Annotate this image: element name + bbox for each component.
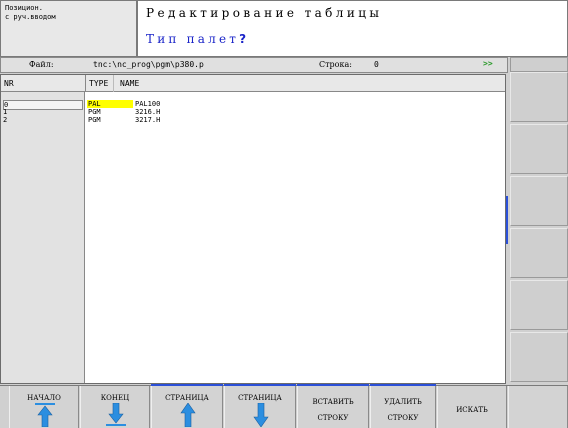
right-softkey-6[interactable] [510,332,568,382]
arrow-up-to-top-icon [35,403,55,427]
arrow-up-icon [180,403,196,427]
table-row[interactable]: 0 PAL PAL100 [1,100,505,110]
dialog-prompt: Тип палет? [146,32,246,46]
page-down-button[interactable]: СТРАНИЦА [224,386,296,428]
header-divider [113,75,114,92]
right-softkey-1[interactable] [510,72,568,122]
cell-nr[interactable]: 2 [3,116,81,124]
header-divider [85,75,86,92]
more-columns-indicator: >> [483,59,493,68]
begin-button[interactable]: НАЧАЛО [9,386,79,428]
row-label: Строка: [319,60,352,69]
cell-nr[interactable]: 1 [3,108,81,116]
table-row[interactable]: 1 PGM 3216.H [1,108,505,116]
column-header-nr: NR [4,79,14,88]
empty-softkey[interactable] [508,386,568,428]
page-up-button[interactable]: СТРАНИЦА [151,386,223,428]
delete-row-label-line1: УДАЛИТЬ [384,398,422,406]
find-button[interactable]: ИСКАТЬ [437,386,507,428]
delete-row-button[interactable]: УДАЛИТЬ СТРОКУ [370,386,436,428]
insert-row-label-line1: ВСТАВИТЬ [312,398,354,406]
nr-column [1,92,85,383]
insert-row-label-line2: СТРОКУ [317,414,349,422]
cell-type[interactable]: PGM [87,108,133,116]
file-path: tnc:\nc_prog\pgm\p380.p [93,60,204,69]
prompt-text: Тип палет [146,32,240,46]
cell-name[interactable]: PAL100 [135,100,160,108]
end-button[interactable]: КОНЕЦ [80,386,150,428]
right-softkey-4[interactable] [510,228,568,278]
operating-mode-box: Позицион. с руч.вводом [0,0,137,57]
page-up-label: СТРАНИЦА [165,394,209,402]
table-header [1,75,505,92]
page-title: Редактирование таблицы [146,6,383,20]
right-softkey-header [510,57,568,72]
cell-name[interactable]: 3216.H [135,108,160,116]
cell-name[interactable]: 3217.H [135,116,160,124]
prompt-question-mark: ? [239,32,247,46]
right-softkey-3[interactable] [510,176,568,226]
column-header-name: NAME [120,79,140,88]
arrow-down-icon [253,403,269,427]
column-header-type: TYPE [89,79,109,88]
page-down-label: СТРАНИЦА [238,394,282,402]
file-info-row: Файл: tnc:\nc_prog\pgm\p380.p Строка: 0 … [0,57,508,73]
end-label: КОНЕЦ [100,394,130,402]
pallet-table[interactable]: NR TYPE NAME 0 PAL PAL100 1 PGM 3216.H 2… [0,74,506,384]
row-value: 0 [374,60,379,69]
begin-label: НАЧАЛО [27,394,61,402]
cell-type[interactable]: PGM [87,116,133,124]
insert-row-button[interactable]: ВСТАВИТЬ СТРОКУ [297,386,369,428]
vertical-scroll-indicator[interactable] [506,196,508,244]
cell-type[interactable]: PAL [87,100,133,108]
right-softkey-2[interactable] [510,124,568,174]
find-label: ИСКАТЬ [456,406,488,414]
delete-row-label-line2: СТРОКУ [387,414,419,422]
title-panel: Редактирование таблицы Тип палет? [137,0,568,57]
arrow-down-to-bottom-icon [106,403,126,426]
table-row[interactable]: 2 PGM 3217.H [1,116,505,124]
right-softkey-5[interactable] [510,280,568,330]
file-label: Файл: [29,60,54,69]
